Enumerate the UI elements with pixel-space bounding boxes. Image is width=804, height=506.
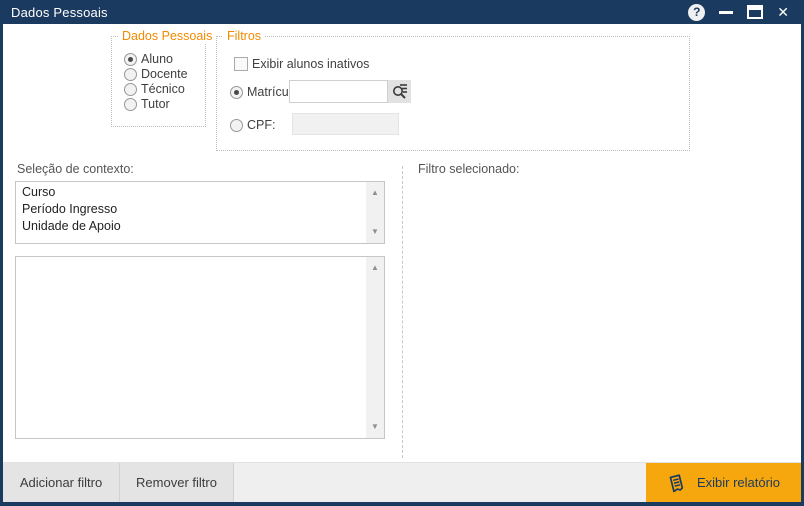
scroll-up-icon[interactable]: ▲ [366, 263, 384, 273]
radio-tutor-icon[interactable] [124, 98, 137, 111]
window-title: Dados Pessoais [3, 5, 108, 20]
group-dados-pessoais-legend: Dados Pessoais [118, 29, 216, 43]
group-filtros: Filtros Exibir alunos inativos Matrícula… [216, 36, 690, 151]
titlebar: Dados Pessoais ? ✕ [3, 0, 801, 24]
group-dados-pessoais: Dados Pessoais Aluno Docente Técnico Tut… [111, 36, 206, 127]
dialog-dados-pessoais: Dados Pessoais ? ✕ Dados Pessoais Aluno … [0, 0, 804, 506]
show-report-label: Exibir relatório [697, 475, 780, 490]
radio-tecnico[interactable]: Técnico [124, 82, 185, 96]
radio-aluno[interactable]: Aluno [124, 52, 173, 66]
search-list-icon [391, 83, 408, 100]
titlebar-icons: ? ✕ [688, 4, 801, 21]
scroll-down-icon[interactable]: ▼ [366, 422, 384, 432]
radio-tecnico-label: Técnico [141, 82, 185, 96]
radio-tecnico-icon[interactable] [124, 83, 137, 96]
list-item[interactable]: Período Ingresso [16, 201, 366, 218]
radio-cpf-label: CPF: [247, 118, 275, 132]
checkbox-exibir-inativos-label: Exibir alunos inativos [252, 57, 369, 71]
maximize-icon[interactable] [747, 5, 763, 19]
add-filter-button[interactable]: Adicionar filtro [3, 463, 120, 502]
close-icon[interactable]: ✕ [777, 5, 789, 19]
matricula-input[interactable] [289, 80, 388, 103]
panel-divider [402, 166, 403, 458]
radio-tutor[interactable]: Tutor [124, 97, 170, 111]
scroll-down-icon[interactable]: ▼ [366, 227, 384, 237]
cpf-input[interactable] [292, 113, 399, 135]
checkbox-exibir-inativos-icon[interactable] [234, 57, 248, 71]
search-matricula-button[interactable] [388, 80, 411, 103]
radio-aluno-label: Aluno [141, 52, 173, 66]
context-listbox[interactable]: Curso Período Ingresso Unidade de Apoio … [15, 181, 385, 244]
context-listbox-items: Curso Período Ingresso Unidade de Apoio [16, 184, 366, 235]
report-icon [667, 473, 687, 493]
radio-tutor-label: Tutor [141, 97, 170, 111]
minimize-icon[interactable] [719, 11, 733, 14]
scroll-up-icon[interactable]: ▲ [366, 188, 384, 198]
help-icon[interactable]: ? [688, 4, 705, 21]
selected-filter-label: Filtro selecionado: [418, 162, 519, 176]
radio-docente-icon[interactable] [124, 68, 137, 81]
show-report-button[interactable]: Exibir relatório [646, 463, 801, 502]
footer-bar: Adicionar filtro Remover filtro Exibir r… [3, 462, 801, 502]
filter-values-scrollbar[interactable]: ▲ ▼ [366, 257, 384, 438]
radio-aluno-icon[interactable] [124, 53, 137, 66]
group-filtros-legend: Filtros [223, 29, 265, 43]
radio-docente-label: Docente [141, 67, 188, 81]
list-item[interactable]: Unidade de Apoio [16, 218, 366, 235]
context-listbox-scrollbar[interactable]: ▲ ▼ [366, 182, 384, 243]
checkbox-exibir-inativos[interactable]: Exibir alunos inativos [234, 57, 369, 71]
radio-matricula-icon[interactable] [230, 86, 243, 99]
list-item[interactable]: Curso [16, 184, 366, 201]
window-bottom-border [3, 502, 801, 506]
filter-values-listbox[interactable]: ▲ ▼ [15, 256, 385, 439]
radio-cpf[interactable]: CPF: [230, 118, 275, 132]
remove-filter-button[interactable]: Remover filtro [120, 463, 234, 502]
context-selection-label: Seleção de contexto: [17, 162, 134, 176]
radio-cpf-icon[interactable] [230, 119, 243, 132]
radio-docente[interactable]: Docente [124, 67, 188, 81]
